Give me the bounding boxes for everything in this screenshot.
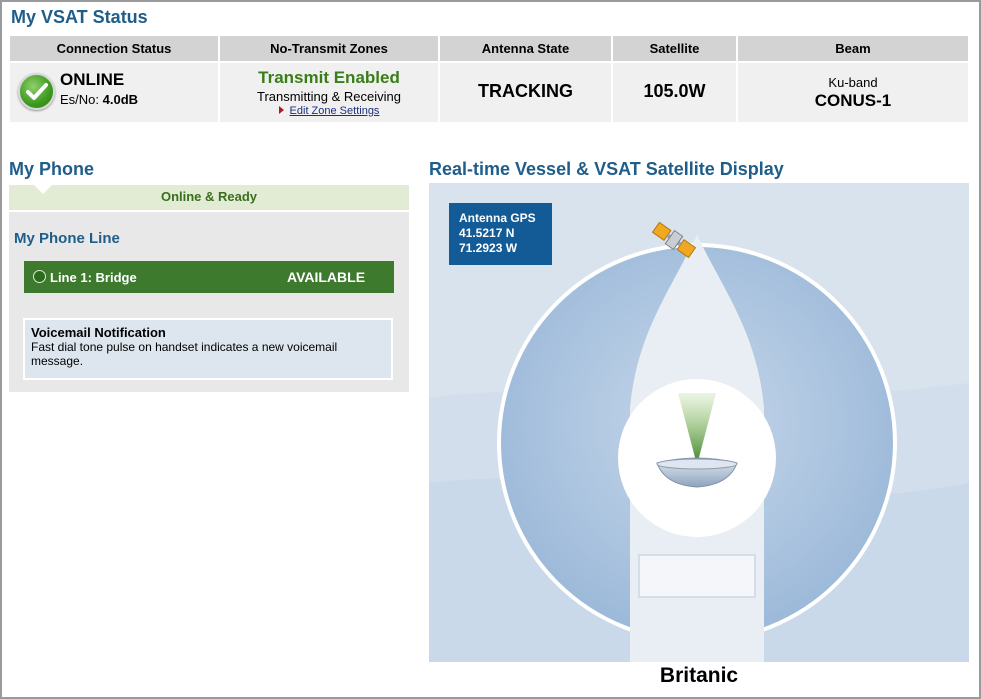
gps-longitude: 71.2923 W [459, 241, 518, 255]
beam-band: Ku-band [828, 75, 878, 90]
antenna-state-header: Antenna State [440, 36, 611, 61]
satellite-value: 105.0W [643, 81, 706, 101]
display-section-title: Real-time Vessel & VSAT Satellite Displa… [429, 159, 784, 179]
transmit-detail: Transmitting & Receiving [256, 89, 401, 104]
phone-line-title: My Phone Line [14, 230, 120, 247]
no-transmit-zones-header: No-Transmit Zones [220, 36, 438, 61]
voicemail-title: Voicemail Notification [31, 325, 166, 340]
phone-status-bar: Online & Ready [9, 185, 409, 210]
vsat-status-table: Connection Status ONLINE Es/No: 4.0dB No… [10, 36, 968, 122]
gps-latitude: 41.5217 N [459, 226, 515, 240]
edit-zone-settings-link[interactable]: Edit Zone Settings [290, 105, 380, 117]
satellite-column: Satellite 105.0W [613, 36, 736, 122]
connection-status-value: ONLINE [60, 70, 125, 89]
phone-line-item[interactable]: Line 1: Bridge AVAILABLE [24, 261, 394, 293]
phone-section-title: My Phone [9, 159, 95, 179]
vessel-name: Britanic [659, 664, 739, 687]
arrow-right-icon [278, 106, 284, 114]
line-status-dot-icon [33, 270, 46, 283]
satellite-cell: 105.0W [613, 63, 736, 122]
voicemail-notification: Voicemail Notification Fast dial tone pu… [23, 318, 393, 380]
connection-status-header: Connection Status [10, 36, 218, 61]
connection-status-column: Connection Status ONLINE Es/No: 4.0dB [10, 36, 218, 122]
antenna-state-cell: TRACKING [440, 63, 611, 122]
no-transmit-zones-cell: Transmit Enabled Transmitting & Receivin… [220, 63, 438, 122]
antenna-gps-box: Antenna GPS 41.5217 N 71.2923 W [449, 203, 552, 265]
satellite-header: Satellite [613, 36, 736, 61]
no-transmit-zones-column: No-Transmit Zones Transmit Enabled Trans… [220, 36, 438, 122]
phone-panel: My Phone Line Line 1: Bridge AVAILABLE V… [9, 212, 409, 392]
beam-name: CONUS-1 [814, 91, 892, 110]
transmit-status: Transmit Enabled [258, 68, 400, 87]
beam-header: Beam [738, 36, 968, 61]
edit-zone-settings: Edit Zone Settings [220, 105, 438, 117]
antenna-state-value: TRACKING [478, 81, 573, 101]
beam-column: Beam Ku-band CONUS-1 [738, 36, 968, 122]
vessel-satellite-display: Antenna GPS 41.5217 N 71.2923 W [429, 183, 969, 662]
vsat-section-title: My VSAT Status [11, 7, 148, 27]
beam-cell: Ku-band CONUS-1 [738, 63, 968, 122]
esno-readout: Es/No: 4.0dB [60, 92, 138, 107]
phone-line-state: AVAILABLE [287, 269, 366, 285]
voicemail-text: Fast dial tone pulse on handset indicate… [31, 340, 338, 368]
antenna-state-column: Antenna State TRACKING [440, 36, 611, 122]
connection-status-cell: ONLINE Es/No: 4.0dB [10, 63, 218, 122]
checkmark-icon [18, 73, 55, 110]
esno-label: Es/No: [60, 92, 100, 107]
esno-value: 4.0dB [102, 92, 139, 107]
gps-label: Antenna GPS [459, 211, 536, 225]
phone-line-label: Line 1: Bridge [50, 270, 137, 285]
status-pointer [33, 184, 53, 194]
